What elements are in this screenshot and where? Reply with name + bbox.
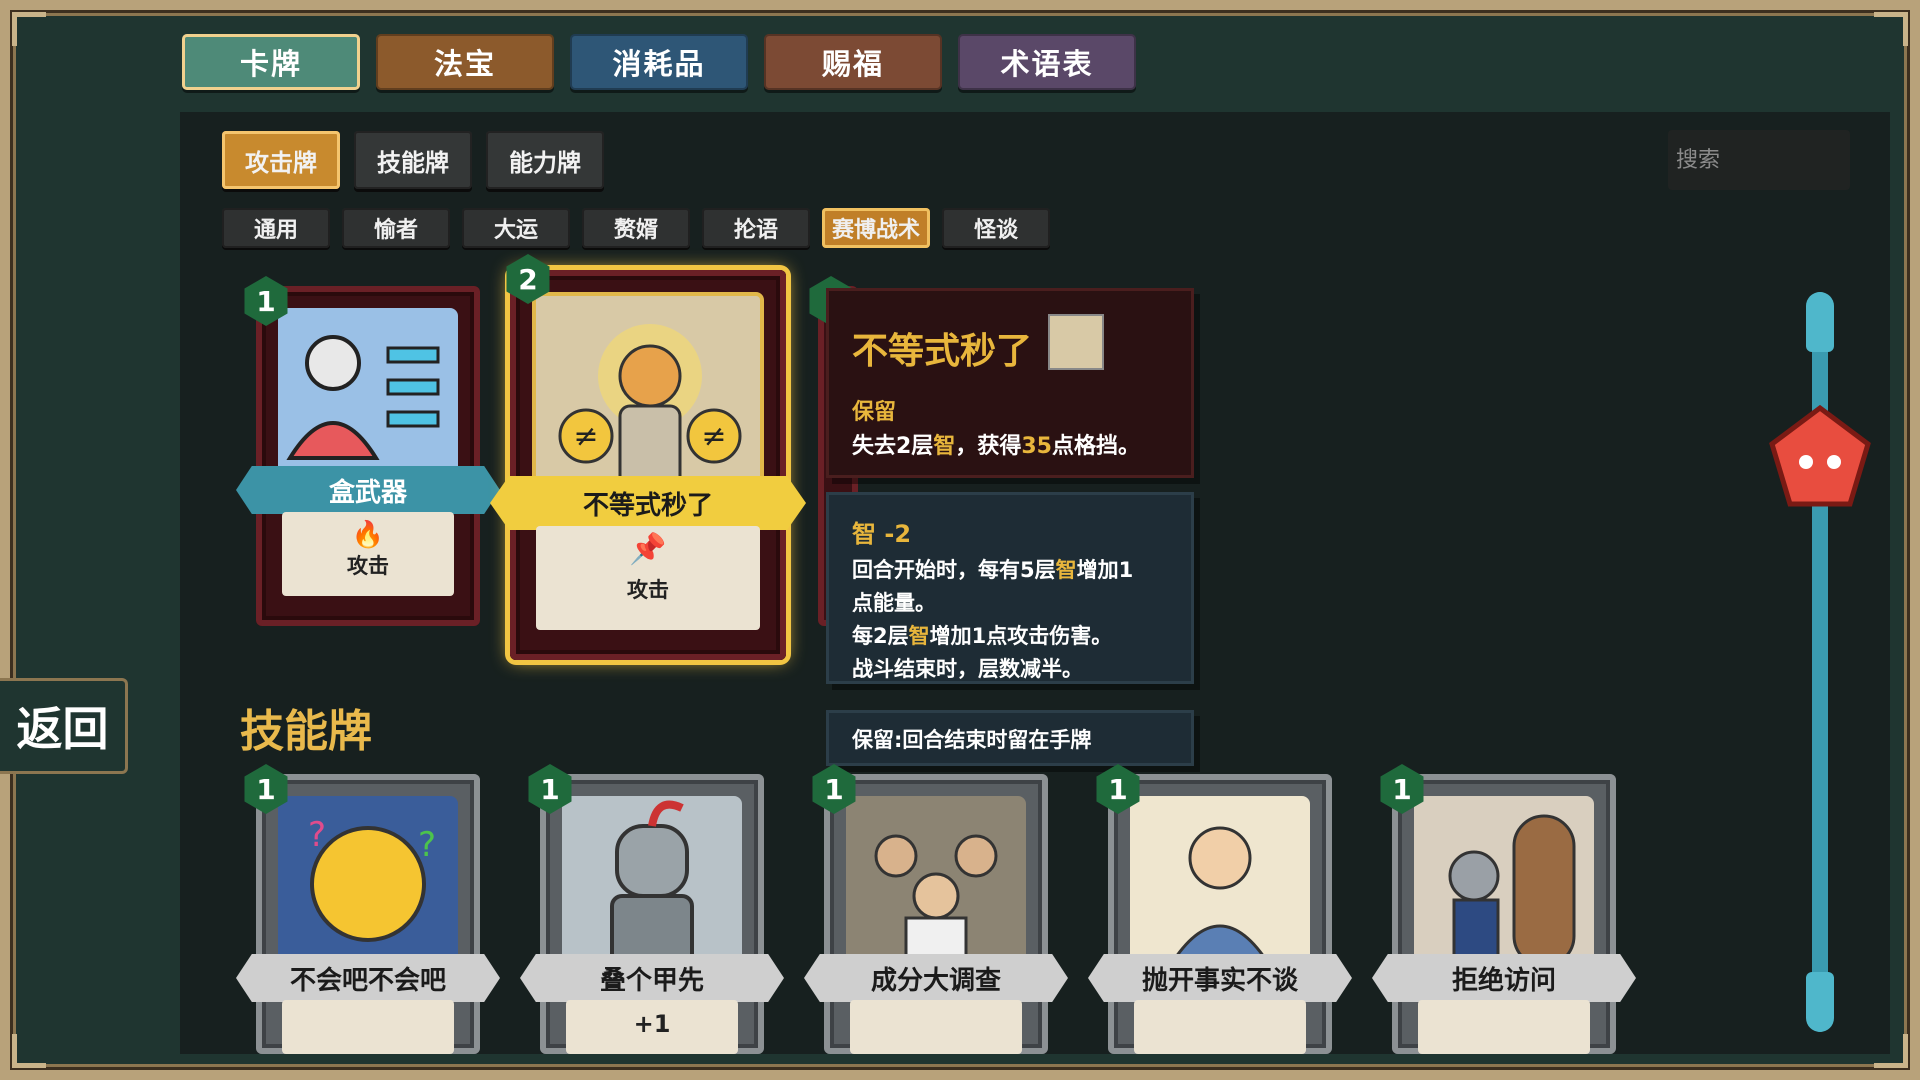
retain-note: 保留:回合结束时留在手牌 — [852, 728, 1092, 752]
frame-corner — [12, 12, 46, 46]
card-name: 拒绝访问 — [1372, 954, 1636, 1002]
power-text: 战斗结束时，层数减半。 — [852, 657, 1083, 681]
card-art — [1130, 796, 1310, 966]
card-attack-2[interactable]: ≠ ≠ 不等式秒了 📌 攻击 — [490, 270, 806, 660]
card-tooltip: 不等式秒了 保留 失去2层智，获得35点格挡。 — [826, 288, 1194, 478]
frame-corner — [1874, 12, 1908, 46]
effect-text: 失去2层 — [852, 434, 934, 459]
filter-character-4[interactable]: 抡语 — [702, 208, 810, 248]
filter-general[interactable]: 通用 — [222, 208, 330, 248]
tab-glossary[interactable]: 术语表 — [958, 34, 1136, 90]
detectives-icon — [874, 834, 998, 966]
id-card-icon — [286, 335, 440, 460]
scrollbar-bottom-cap — [1806, 972, 1834, 1032]
cat-police-icon — [1448, 814, 1576, 966]
card-description — [282, 1000, 454, 1054]
retain-tooltip: 保留:回合结束时留在手牌 — [826, 710, 1194, 766]
card-skill-3[interactable]: 成分大调查 — [804, 774, 1068, 1054]
card-name: 不等式秒了 — [490, 476, 806, 530]
filter-character-5[interactable]: 赛博战术 — [822, 208, 930, 248]
section-title: 技能牌 — [240, 706, 372, 757]
card-description — [1134, 1000, 1306, 1054]
filter-character-1[interactable]: 愉者 — [342, 208, 450, 248]
svg-text:≠: ≠ — [701, 419, 726, 454]
svg-text:?: ? — [308, 815, 326, 855]
card-skill-5[interactable]: 拒绝访问 — [1372, 774, 1636, 1054]
svg-text:?: ? — [418, 825, 436, 865]
card-name: 成分大调查 — [804, 954, 1068, 1002]
card-art: ≠ ≠ — [532, 292, 764, 492]
doge-illustration-icon: ≠ ≠ — [558, 324, 742, 488]
card-type: 攻击 — [627, 578, 669, 602]
subtab-skill[interactable]: 技能牌 — [354, 131, 472, 189]
tooltip-title: 不等式秒了 — [852, 331, 1033, 372]
card-skill-2[interactable]: 叠个甲先 +1 — [520, 774, 784, 1054]
subtab-power[interactable]: 能力牌 — [486, 131, 604, 189]
pin-icon: 📌 — [629, 532, 667, 567]
effect-keyword: 智 — [933, 434, 956, 459]
tooltip-keyword: 保留 — [852, 400, 897, 425]
effect-number: 35 — [1021, 434, 1052, 459]
card-art: ? ? — [278, 796, 458, 966]
frame-corner — [12, 1034, 46, 1068]
confused-emoji-icon: ? ? — [308, 815, 436, 942]
search-input[interactable] — [1668, 130, 1850, 190]
card-name: 盒武器 — [236, 466, 500, 514]
power-title: 智 -2 — [852, 520, 912, 548]
card-art — [562, 796, 742, 966]
tab-consumables[interactable]: 消耗品 — [570, 34, 748, 90]
card-art — [846, 796, 1026, 966]
power-text: 回合开始时，每有5层 — [852, 558, 1056, 582]
scrollbar-track[interactable] — [1812, 292, 1828, 1032]
power-text: 每2层 — [852, 624, 909, 648]
card-name: 抛开事实不谈 — [1088, 954, 1352, 1002]
card-name: 不会吧不会吧 — [236, 954, 500, 1002]
card-skill-1[interactable]: ? ? 不会吧不会吧 — [236, 774, 500, 1054]
power-description: 回合开始时，每有5层智增加1 点能量。 每2层智增加1点攻击伤害。 战斗结束时，… — [852, 554, 1133, 686]
filter-character-2[interactable]: 大运 — [462, 208, 570, 248]
card-art — [1414, 796, 1594, 966]
card-attack-1[interactable]: 盒武器 🔥 攻击 — [236, 286, 500, 626]
subtab-attack[interactable]: 攻击牌 — [222, 131, 340, 189]
knight-icon — [610, 800, 694, 966]
power-keyword: 智 — [908, 624, 930, 648]
power-tooltip: 智 -2 回合开始时，每有5层智增加1 点能量。 每2层智增加1点攻击伤害。 战… — [826, 492, 1194, 684]
tab-relics[interactable]: 法宝 — [376, 34, 554, 90]
shrugging-man-icon — [1168, 826, 1272, 966]
card-description — [850, 1000, 1022, 1054]
power-text: 增加1 — [1076, 558, 1134, 582]
power-keyword: 智 — [1055, 558, 1077, 582]
svg-text:≠: ≠ — [573, 419, 598, 454]
tab-blessings[interactable]: 赐福 — [764, 34, 942, 90]
card-skill-4[interactable]: 抛开事实不谈 — [1088, 774, 1352, 1054]
filter-character-6[interactable]: 怪谈 — [942, 208, 1050, 248]
scrollbar-handle-gem-icon[interactable] — [1766, 404, 1874, 508]
card-thumbnail-icon — [1048, 314, 1104, 370]
tooltip-effect: 失去2层智，获得35点格挡。 — [852, 428, 1140, 460]
card-description — [1418, 1000, 1590, 1054]
effect-text: ，获得 — [955, 434, 1022, 459]
card-art — [278, 308, 458, 478]
back-button[interactable]: 返回 — [0, 678, 128, 774]
power-text: 增加1点攻击伤害。 — [929, 624, 1113, 648]
effect-text: 点格挡。 — [1051, 434, 1140, 459]
tab-cards[interactable]: 卡牌 — [182, 34, 360, 90]
power-text: 点能量。 — [852, 591, 936, 615]
filter-character-3[interactable]: 赘婿 — [582, 208, 690, 248]
flame-icon: 🔥 — [351, 520, 385, 550]
scrollbar-top-cap — [1806, 292, 1834, 352]
card-bonus: +1 — [633, 1010, 671, 1038]
card-type: 攻击 — [347, 554, 389, 578]
card-name: 叠个甲先 — [520, 954, 784, 1002]
